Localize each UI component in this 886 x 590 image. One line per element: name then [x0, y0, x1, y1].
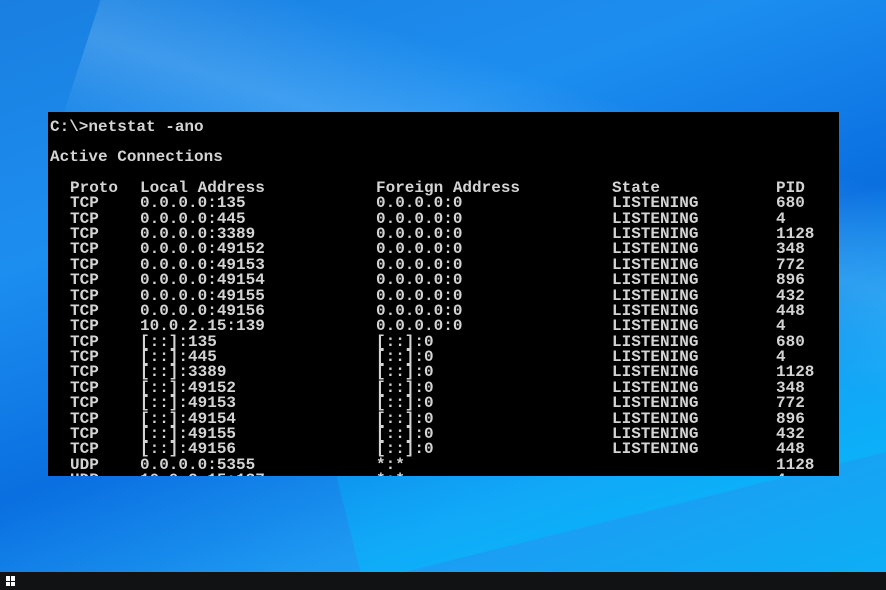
cell-proto: UDP — [50, 472, 140, 476]
cell-pid: 4 — [776, 472, 836, 476]
section-heading: Active Connections — [50, 148, 223, 167]
cell-local-address: 10.0.2.15:137 — [140, 472, 376, 476]
command-prompt-output[interactable]: C:\>netstat -ano Active Connections Prot… — [48, 112, 839, 476]
table-row: UDP10.0.2.15:137*:* 4 — [50, 472, 839, 476]
cell-state — [612, 458, 776, 473]
taskbar — [0, 572, 886, 590]
connection-list: TCP 0.0.0.0:135 0.0.0.0:0 LISTENING 680 TCP 0.… — [50, 195, 839, 476]
cell-state — [612, 473, 776, 476]
command-line: C:\>netstat -ano — [50, 118, 204, 136]
cell-state: LISTENING — [612, 440, 699, 459]
cell-foreign-address: [::]:0 — [376, 440, 434, 459]
cell-foreign-address: *:* — [376, 472, 612, 476]
cell-foreign-address: *:* — [376, 455, 405, 474]
windows-logo-icon[interactable] — [6, 576, 16, 586]
